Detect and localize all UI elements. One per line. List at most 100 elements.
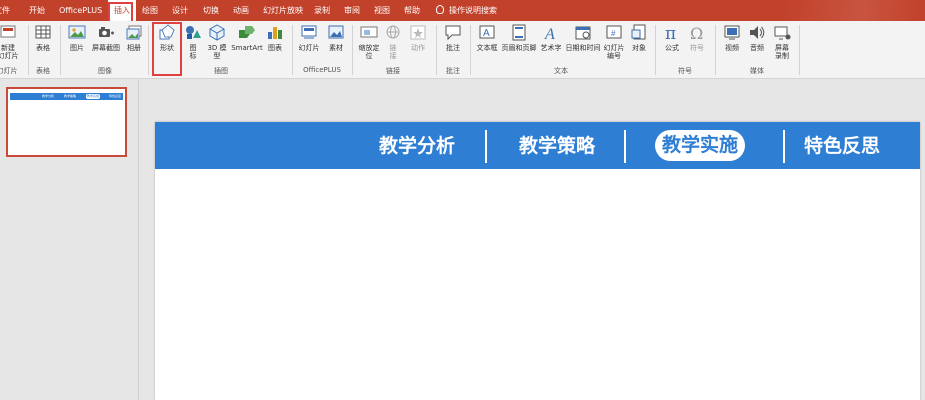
slide-library-label: 幻灯片 bbox=[298, 44, 320, 52]
audio-button[interactable]: 音频 bbox=[745, 24, 769, 68]
ribbon-separator bbox=[148, 25, 149, 75]
cube-icon bbox=[208, 24, 226, 41]
album-icon bbox=[125, 24, 143, 41]
ribbon-separator bbox=[352, 25, 353, 75]
wordart-label: 艺术字 bbox=[540, 44, 562, 52]
pi-icon: π bbox=[663, 24, 681, 44]
group-symbols-label: 符号 bbox=[678, 67, 692, 75]
menu-bar: 文件 开始 OfficePLUS 插入 绘图 设计 切换 动画 幻灯片放映 录制… bbox=[0, 0, 925, 21]
thumbnail-nav-bar: 教学分析 教学策略 教学实施 特色反思 bbox=[10, 93, 123, 100]
tab-record[interactable]: 录制 bbox=[314, 0, 330, 21]
smartart-button[interactable]: SmartArt bbox=[230, 24, 264, 68]
picture-label: 图片 bbox=[70, 44, 84, 52]
tab-help[interactable]: 帮助 bbox=[404, 0, 420, 21]
globe-link-icon bbox=[384, 24, 402, 41]
smartart-label: SmartArt bbox=[231, 44, 263, 52]
action-button[interactable]: 动作 bbox=[405, 24, 431, 68]
picture-button[interactable]: 图片 bbox=[64, 24, 90, 68]
link-label: 链 接 bbox=[389, 44, 397, 60]
nav-item-analysis: 教学分析 bbox=[379, 135, 456, 157]
link-button[interactable]: 链 接 bbox=[383, 24, 403, 68]
tell-me-search[interactable]: 操作说明搜索 bbox=[436, 0, 497, 21]
slide-canvas[interactable]: 教学分析 教学策略 教学实施 特色反思 bbox=[155, 122, 920, 400]
ribbon-separator bbox=[60, 25, 61, 75]
object-button[interactable]: 对象 bbox=[628, 24, 650, 68]
equation-button[interactable]: π 公式 bbox=[659, 24, 685, 68]
slide-thumbnail-1[interactable]: 教学分析 教学策略 教学实施 特色反思 bbox=[6, 87, 127, 157]
wordart-icon: A bbox=[542, 24, 560, 43]
tab-transitions[interactable]: 切换 bbox=[203, 0, 219, 21]
tab-review[interactable]: 审阅 bbox=[344, 0, 360, 21]
group-slides-label: 幻灯片 bbox=[0, 67, 18, 75]
group-officeplus-label: OfficePLUS bbox=[303, 66, 341, 74]
tab-home[interactable]: 开始 bbox=[29, 0, 45, 21]
screen-record-label: 屏幕 录制 bbox=[775, 44, 789, 60]
chart-label: 图表 bbox=[268, 44, 282, 52]
ribbon-separator bbox=[436, 25, 437, 75]
omega-icon: Ω bbox=[688, 24, 706, 43]
tell-me-label: 操作说明搜索 bbox=[449, 6, 497, 15]
chart-icon bbox=[266, 24, 284, 41]
tab-design[interactable]: 设计 bbox=[172, 0, 188, 21]
group-text-label: 文本 bbox=[554, 67, 568, 75]
new-slide-button[interactable]: 新建 幻灯片 bbox=[0, 24, 22, 68]
symbol-button[interactable]: Ω 符号 bbox=[685, 24, 709, 68]
group-images-label: 图像 bbox=[98, 67, 112, 75]
ribbon-separator bbox=[655, 25, 656, 75]
ribbon-separator bbox=[799, 25, 800, 75]
picture-icon bbox=[68, 24, 86, 41]
title-decoration bbox=[785, 0, 925, 21]
screenshot-icon bbox=[97, 24, 115, 41]
icons-button[interactable]: 图 标 bbox=[182, 24, 204, 68]
nav-item-strategy: 教学策略 bbox=[519, 135, 596, 157]
ribbon-separator bbox=[715, 25, 716, 75]
nav-divider bbox=[485, 130, 487, 163]
table-button[interactable]: 表格 bbox=[31, 24, 55, 68]
icons-icon bbox=[184, 24, 202, 41]
comment-label: 批注 bbox=[446, 44, 460, 52]
album-button[interactable]: 相册 bbox=[122, 24, 146, 68]
video-label: 视频 bbox=[725, 44, 739, 52]
zoom-icon bbox=[360, 24, 378, 41]
screenshot-button[interactable]: 屏幕截图 bbox=[90, 24, 122, 68]
zoom-button[interactable]: 缩放定 位 bbox=[356, 24, 382, 68]
audio-label: 音频 bbox=[750, 44, 764, 52]
tab-file[interactable]: 文件 bbox=[0, 0, 10, 21]
wordart-button[interactable]: A 艺术字 bbox=[538, 24, 564, 68]
3d-models-button[interactable]: 3D 模 型 bbox=[204, 24, 230, 68]
nav-divider bbox=[624, 130, 626, 163]
group-links-label: 链接 bbox=[386, 67, 400, 75]
slide-number-label: 幻灯片 编号 bbox=[603, 44, 625, 60]
tab-draw[interactable]: 绘图 bbox=[142, 0, 158, 21]
screen-record-icon bbox=[773, 24, 791, 41]
comment-icon bbox=[444, 24, 462, 41]
comment-button[interactable]: 批注 bbox=[440, 24, 466, 68]
tab-animations[interactable]: 动画 bbox=[233, 0, 249, 21]
screen-record-button[interactable]: 屏幕 录制 bbox=[769, 24, 795, 68]
header-footer-icon bbox=[510, 24, 528, 41]
tab-officeplus[interactable]: OfficePLUS bbox=[59, 0, 102, 21]
ribbon: 新建 幻灯片 幻灯片 表格 表格 图片 屏幕截图 相册 图像 形状 bbox=[0, 21, 925, 79]
nav-item-implementation-active: 教学实施 bbox=[655, 130, 746, 161]
textbox-label: 文本框 bbox=[476, 44, 498, 52]
video-button[interactable]: 视频 bbox=[719, 24, 745, 68]
material-label: 素材 bbox=[329, 44, 343, 52]
album-label: 相册 bbox=[127, 44, 141, 52]
slide-number-button[interactable]: # 幻灯片 编号 bbox=[602, 24, 626, 68]
slide-library-button[interactable]: 幻灯片 bbox=[296, 24, 322, 68]
symbol-label: 符号 bbox=[690, 44, 704, 52]
textbox-button[interactable]: A 文本框 bbox=[474, 24, 500, 68]
table-icon bbox=[34, 24, 52, 41]
datetime-button[interactable]: 日期和时间 bbox=[564, 24, 602, 68]
group-illustrations-label: 插图 bbox=[214, 67, 228, 75]
group-tables-label: 表格 bbox=[36, 67, 50, 75]
tab-view[interactable]: 视图 bbox=[374, 0, 390, 21]
nav-divider bbox=[783, 130, 785, 163]
svg-text:#: # bbox=[611, 29, 616, 38]
slide-number-icon: # bbox=[605, 24, 623, 41]
chart-button[interactable]: 图表 bbox=[264, 24, 286, 68]
ribbon-separator bbox=[470, 25, 471, 75]
header-footer-button[interactable]: 页眉和页脚 bbox=[500, 24, 538, 68]
tab-slideshow[interactable]: 幻灯片放映 bbox=[263, 0, 303, 21]
material-button[interactable]: 素材 bbox=[324, 24, 348, 68]
